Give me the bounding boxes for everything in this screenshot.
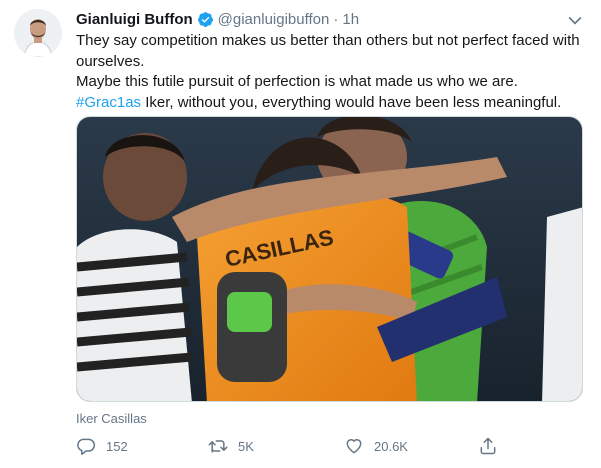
- tweet-card[interactable]: Gianluigi Buffon @gianluigibuffon · 1h T…: [0, 0, 601, 468]
- tweet-line-3: #Grac1as Iker, without you, everything w…: [76, 93, 596, 114]
- like-button[interactable]: 20.6K: [344, 434, 408, 458]
- retweet-count: 5K: [238, 438, 254, 454]
- tweet-actions: 152 5K 20.6K: [76, 434, 506, 458]
- retweet-icon: [208, 440, 228, 453]
- share-button[interactable]: [478, 434, 508, 458]
- share-icon: [480, 437, 496, 455]
- reply-count: 152: [106, 438, 128, 454]
- chevron-down-icon[interactable]: [565, 10, 585, 30]
- avatar[interactable]: [14, 9, 62, 57]
- author-name[interactable]: Gianluigi Buffon: [76, 11, 193, 28]
- author-handle[interactable]: @gianluigibuffon: [218, 11, 330, 28]
- tweet-photo[interactable]: CASILLAS: [76, 116, 583, 402]
- tweet-line-3-text: Iker, without you, everything would have…: [141, 93, 562, 111]
- timestamp[interactable]: 1h: [342, 11, 359, 28]
- hashtag-link[interactable]: #Grac1as: [76, 94, 141, 111]
- reply-icon: [77, 438, 96, 456]
- tweet-text: They say competition makes us better tha…: [76, 31, 596, 113]
- tweet-line-1: They say competition makes us better tha…: [76, 32, 580, 70]
- dot-separator: ·: [333, 10, 339, 28]
- reply-button[interactable]: 152: [76, 434, 128, 458]
- retweet-button[interactable]: 5K: [208, 434, 254, 458]
- tweet-line-2: Maybe this futile pursuit of perfection …: [76, 73, 518, 90]
- like-count: 20.6K: [374, 438, 408, 454]
- heart-icon: [346, 439, 362, 454]
- tweet-header: Gianluigi Buffon @gianluigibuffon · 1h: [76, 9, 359, 29]
- verified-badge-icon: [197, 11, 213, 27]
- photo-caption[interactable]: Iker Casillas: [76, 411, 147, 426]
